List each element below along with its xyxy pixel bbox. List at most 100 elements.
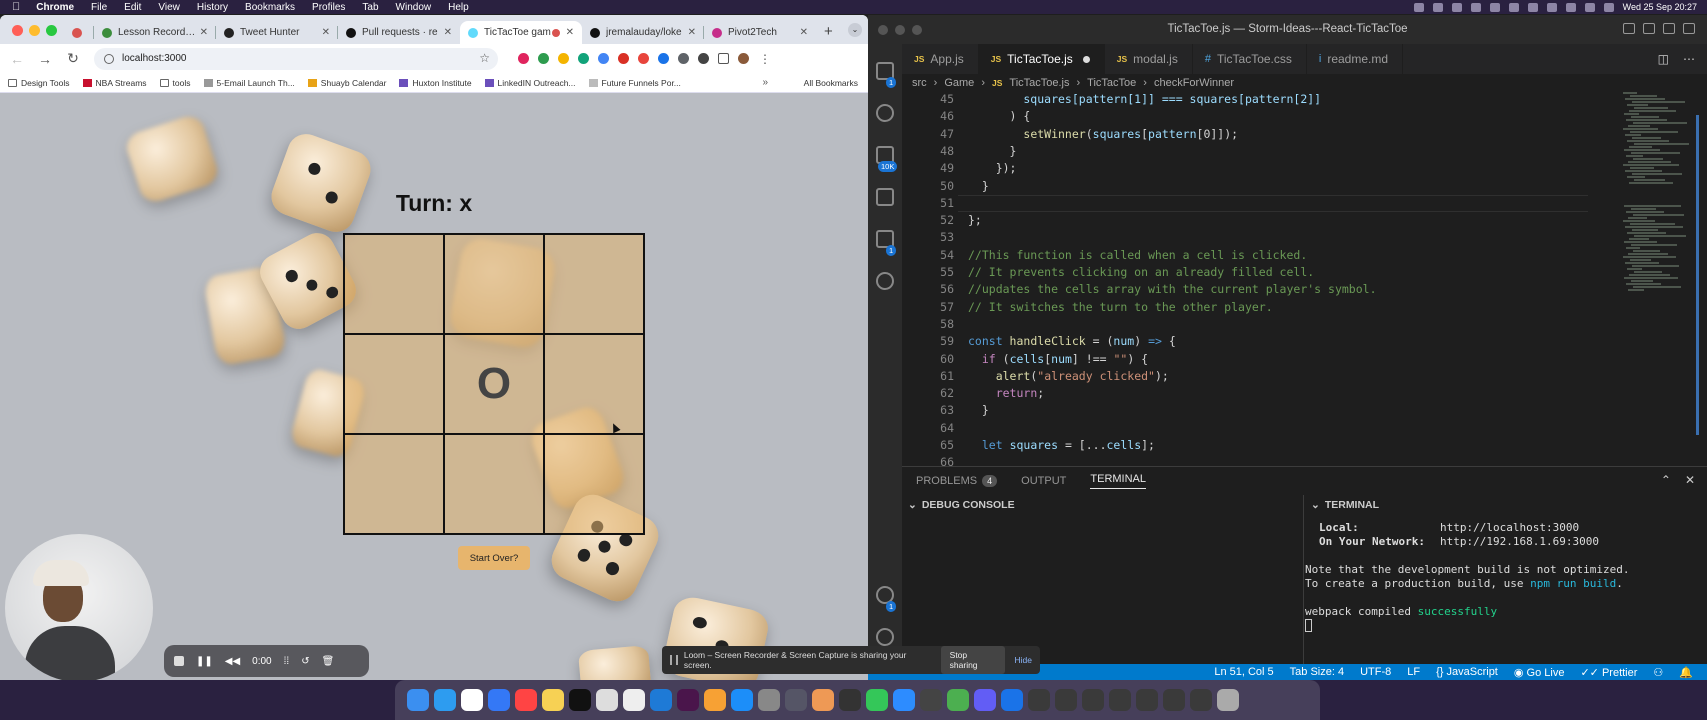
menu-window[interactable]: Window: [396, 2, 432, 13]
menu-bookmarks[interactable]: Bookmarks: [245, 2, 295, 13]
terminal-output[interactable]: Local: http://localhost:3000 On Your Net…: [1305, 515, 1707, 665]
breadcrumb-component[interactable]: TicTacToe: [1087, 77, 1136, 89]
close-tab-icon[interactable]: ✕: [200, 27, 208, 38]
close-tab-icon[interactable]: ✕: [322, 27, 330, 38]
stop-recording-icon[interactable]: [174, 656, 184, 666]
zoom-window-icon[interactable]: [46, 25, 57, 36]
pause-icon[interactable]: ❚❚: [196, 656, 213, 667]
bookmark-shuayb-calendar[interactable]: Shuayb Calendar: [307, 78, 386, 88]
close-tab-icon[interactable]: ✕: [566, 27, 574, 38]
bookmark-linkedin-outreach[interactable]: LinkedIN Outreach...: [484, 78, 576, 88]
reminders-icon[interactable]: [515, 689, 537, 711]
minimize-window-icon[interactable]: [895, 25, 905, 35]
search-icon[interactable]: [1565, 2, 1576, 12]
notifications-bell-icon[interactable]: 🔔: [1679, 666, 1693, 679]
window-thumbnail[interactable]: [1082, 689, 1104, 711]
terminal-local-url[interactable]: http://localhost:3000: [1440, 521, 1579, 534]
board-cell-3[interactable]: [344, 334, 444, 434]
window-thumbnail[interactable]: [1055, 689, 1077, 711]
extension-icon[interactable]: [698, 53, 709, 64]
board-cell-1[interactable]: [444, 234, 544, 334]
all-bookmarks-folder[interactable]: All Bookmarks: [791, 78, 858, 88]
status-tab-size[interactable]: Tab Size: 4: [1290, 666, 1344, 678]
debug-console-header[interactable]: ⌄ DEBUG CONSOLE: [902, 495, 1015, 515]
bookmark-tools[interactable]: tools: [159, 78, 191, 88]
extension-icon[interactable]: [578, 53, 589, 64]
bookmark-huxton-institute[interactable]: Huxton Institute: [399, 78, 472, 88]
window-thumbnail[interactable]: [1190, 689, 1212, 711]
hide-banner-link[interactable]: Hide: [1015, 655, 1032, 665]
tab-tweet-hunter[interactable]: Tweet Hunter ✕: [216, 21, 338, 44]
menu-history[interactable]: History: [197, 2, 228, 13]
debug-console-pane[interactable]: ⌄ DEBUG CONSOLE: [902, 495, 1304, 665]
menu-view[interactable]: View: [158, 2, 180, 13]
zoom-app-icon[interactable]: [893, 689, 915, 711]
search-icon[interactable]: [876, 104, 894, 122]
restart-icon[interactable]: ↺: [301, 656, 309, 667]
panel-tab-problems[interactable]: PROBLEMS 4: [916, 475, 998, 487]
window-thumbnail[interactable]: [1163, 689, 1185, 711]
tab-pull-requests[interactable]: Pull requests · re ✕: [338, 21, 460, 44]
menu-tab[interactable]: Tab: [362, 2, 378, 13]
menu-bar-clock[interactable]: Wed 25 Sep 20:27: [1623, 2, 1697, 12]
finder-icon[interactable]: [407, 689, 429, 711]
extensions-puzzle-icon[interactable]: [718, 53, 729, 64]
breadcrumb-game[interactable]: Game: [944, 77, 974, 89]
webcam-bubble[interactable]: [5, 534, 153, 680]
preview-icon[interactable]: [785, 689, 807, 711]
board-cell-5[interactable]: [544, 334, 644, 434]
close-tab-icon[interactable]: ✕: [688, 27, 696, 38]
window-thumbnail[interactable]: [1136, 689, 1158, 711]
editor-tab-app-js[interactable]: JS App.js: [902, 44, 979, 74]
bookmark-star-icon[interactable]: ☆: [479, 51, 490, 65]
tab-pivot2tech[interactable]: Pivot2Tech ✕: [704, 21, 816, 44]
extension-icon[interactable]: [678, 53, 689, 64]
wifi-icon[interactable]: [1546, 2, 1557, 12]
mail-icon[interactable]: [488, 689, 510, 711]
trash-icon[interactable]: [1217, 689, 1239, 711]
new-tab-button[interactable]: +: [824, 23, 833, 40]
board-cell-4[interactable]: O: [444, 334, 544, 434]
minimize-window-icon[interactable]: [29, 25, 40, 36]
more-bookmarks-icon[interactable]: »: [762, 77, 768, 88]
more-actions-icon[interactable]: ⋯: [1683, 52, 1695, 66]
extension-icon[interactable]: [538, 53, 549, 64]
back-arrow-icon[interactable]: ←: [10, 51, 24, 67]
siri-icon[interactable]: [1603, 2, 1614, 12]
board-cell-8[interactable]: [544, 434, 644, 534]
chrome-canary-icon[interactable]: [1001, 689, 1023, 711]
toggle-panel-icon[interactable]: [1643, 23, 1655, 34]
apple-tv-icon[interactable]: [569, 689, 591, 711]
board-cell-7[interactable]: [444, 434, 544, 534]
toggle-secondary-sidebar-icon[interactable]: [1663, 23, 1675, 34]
status-icon[interactable]: [1413, 2, 1424, 12]
bookmark-design-tools[interactable]: Design Tools: [8, 78, 70, 88]
status-language[interactable]: {} JavaScript: [1436, 666, 1498, 678]
window-thumbnail[interactable]: [1028, 689, 1050, 711]
loom-icon[interactable]: [974, 689, 996, 711]
calendar-icon[interactable]: [461, 689, 483, 711]
editor-tab-tictactoe-css[interactable]: # TicTacToe.css: [1193, 44, 1307, 74]
profile-avatar[interactable]: [738, 53, 749, 64]
bookmark-future-funnels[interactable]: Future Funnels Por...: [588, 78, 681, 88]
slack-icon[interactable]: [677, 689, 699, 711]
menu-app-name[interactable]: Chrome: [36, 2, 74, 13]
extension-icon[interactable]: [618, 53, 629, 64]
status-cursor-position[interactable]: Ln 51, Col 5: [1214, 666, 1273, 678]
tab-search-icon[interactable]: ⌄: [848, 23, 862, 37]
panel-tab-terminal[interactable]: TERMINAL: [1090, 473, 1147, 489]
app-icon[interactable]: [920, 689, 942, 711]
notion-icon[interactable]: [623, 689, 645, 711]
tab-tictactoe[interactable]: TicTacToe gam ✕: [460, 21, 582, 44]
tab-lesson-recording[interactable]: Lesson Recording ✕: [94, 21, 216, 44]
customize-layout-icon[interactable]: [1683, 23, 1695, 34]
utorrent-icon[interactable]: [947, 689, 969, 711]
sublime-icon[interactable]: [704, 689, 726, 711]
board-cell-6[interactable]: [344, 434, 444, 534]
breadcrumb-file[interactable]: TicTacToe.js: [1009, 77, 1069, 89]
menu-edit[interactable]: Edit: [124, 2, 141, 13]
close-panel-icon[interactable]: ✕: [1685, 473, 1695, 487]
notes-icon[interactable]: [542, 689, 564, 711]
reload-icon[interactable]: ↻: [66, 50, 80, 67]
window-thumbnail[interactable]: [1109, 689, 1131, 711]
